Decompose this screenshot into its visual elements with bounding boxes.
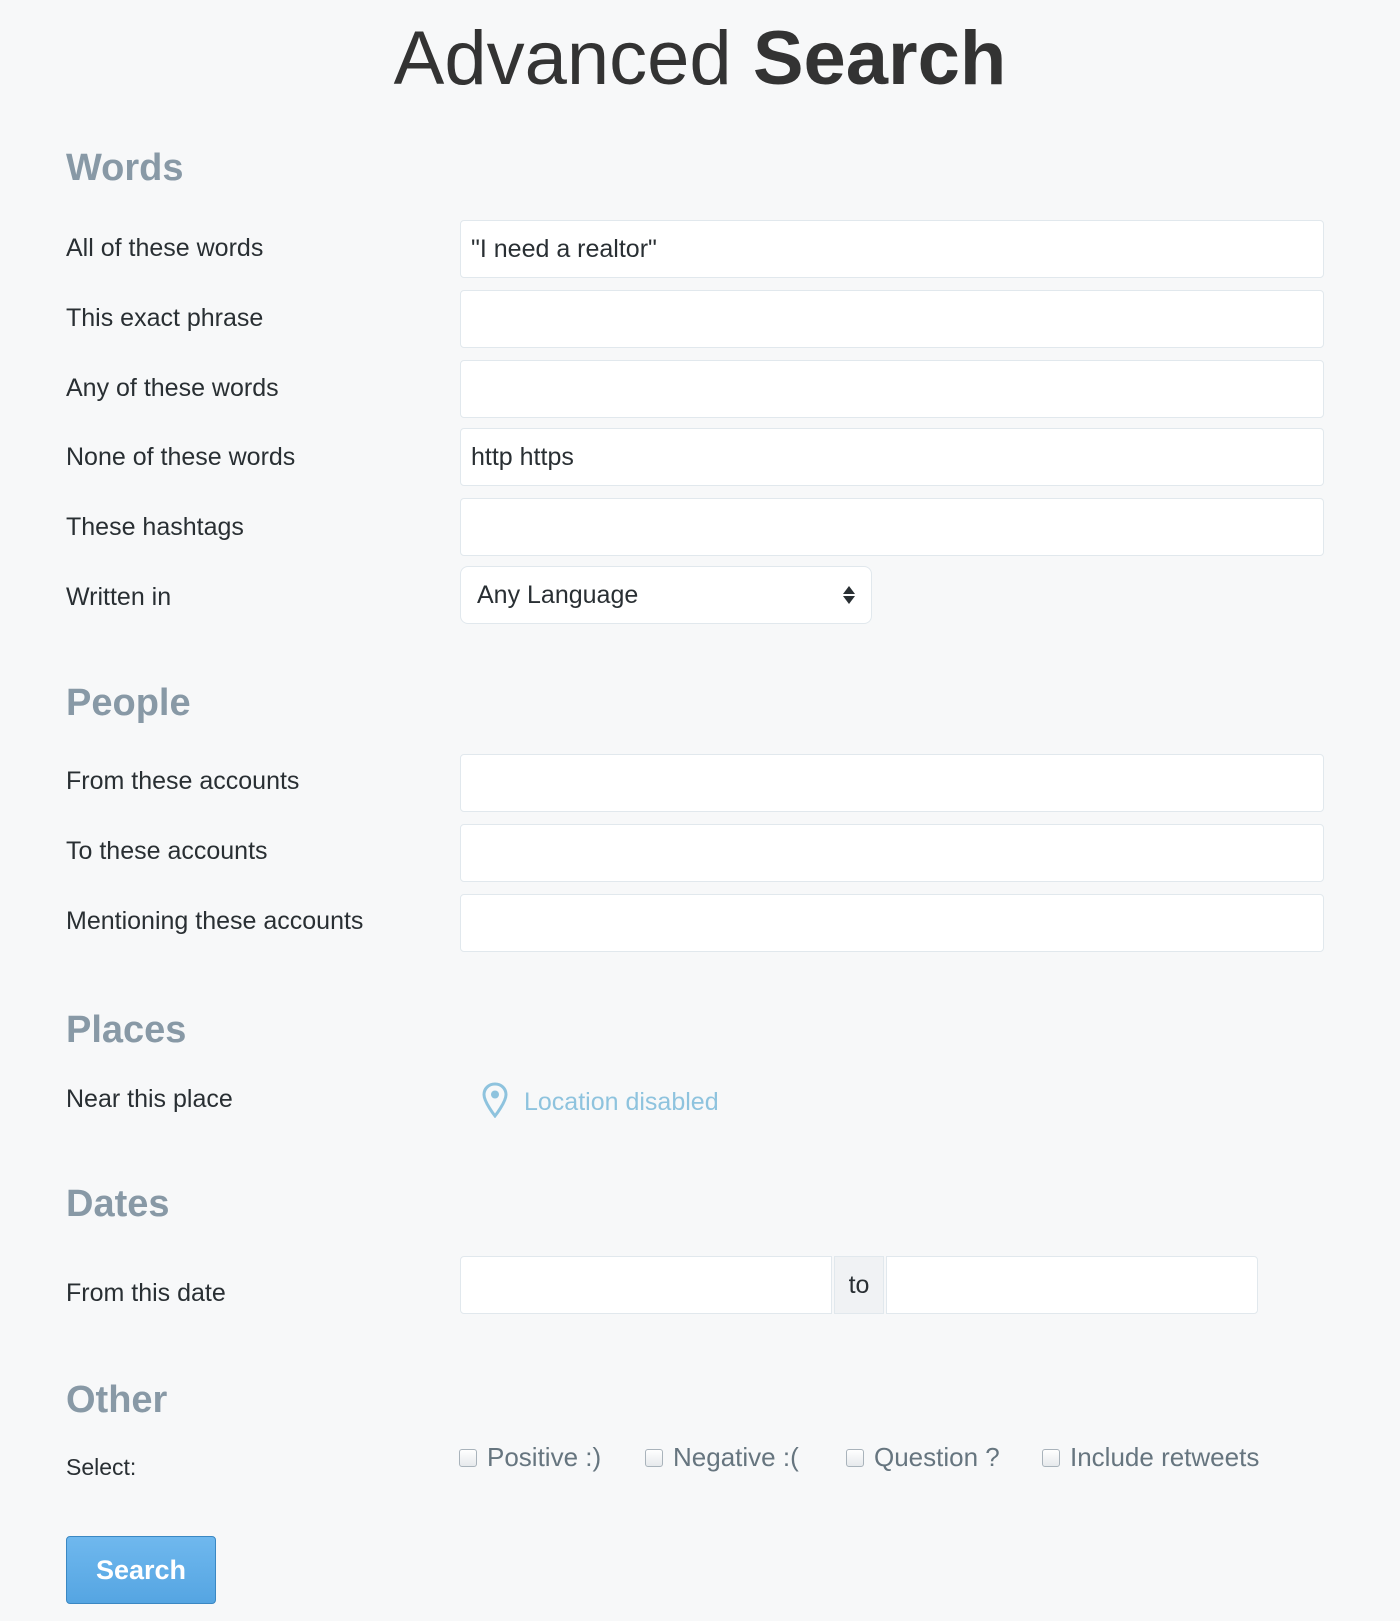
page-title-bold: Search xyxy=(752,16,1007,101)
near-place-label: Near this place xyxy=(66,1085,233,1113)
search-button[interactable]: Search xyxy=(66,1536,216,1604)
to-accounts-input[interactable] xyxy=(460,824,1324,882)
retweets-checkbox-box[interactable] xyxy=(1042,1448,1060,1467)
question-checkbox-label: Question ? xyxy=(874,1442,1000,1472)
all-words-label: All of these words xyxy=(66,234,264,262)
page-title: Advanced Search xyxy=(0,14,1400,104)
section-heading-other: Other xyxy=(66,1379,168,1421)
language-select-value: Any Language xyxy=(477,580,639,609)
all-words-input[interactable] xyxy=(460,220,1324,278)
positive-checkbox[interactable]: Positive :) xyxy=(459,1442,601,1473)
location-status[interactable]: Location disabled xyxy=(482,1082,719,1123)
question-checkbox-box[interactable] xyxy=(846,1448,864,1467)
any-words-input[interactable] xyxy=(460,360,1324,418)
date-to-separator: to xyxy=(834,1256,884,1314)
exact-phrase-label: This exact phrase xyxy=(66,304,264,332)
from-date-input[interactable] xyxy=(460,1256,832,1314)
select-arrows-icon xyxy=(843,586,855,604)
retweets-checkbox[interactable]: Include retweets xyxy=(1042,1442,1259,1473)
mentioning-accounts-input[interactable] xyxy=(460,894,1324,952)
from-accounts-input[interactable] xyxy=(460,754,1324,812)
negative-checkbox-box[interactable] xyxy=(645,1448,663,1467)
map-pin-icon xyxy=(482,1082,508,1123)
written-in-label: Written in xyxy=(66,583,172,611)
from-date-label: From this date xyxy=(66,1279,226,1307)
select-label: Select: xyxy=(66,1454,137,1480)
page-title-light: Advanced xyxy=(393,16,732,101)
section-heading-places: Places xyxy=(66,1009,187,1051)
language-select[interactable]: Any Language xyxy=(460,566,872,624)
hashtags-input[interactable] xyxy=(460,498,1324,556)
to-accounts-label: To these accounts xyxy=(66,837,268,865)
location-disabled-text: Location disabled xyxy=(524,1088,719,1116)
positive-checkbox-label: Positive :) xyxy=(487,1442,602,1472)
from-accounts-label: From these accounts xyxy=(66,767,300,795)
mentioning-accounts-label: Mentioning these accounts xyxy=(66,907,364,935)
none-words-label: None of these words xyxy=(66,443,296,471)
section-heading-words: Words xyxy=(66,147,184,189)
hashtags-label: These hashtags xyxy=(66,513,244,541)
section-heading-people: People xyxy=(66,682,191,724)
any-words-label: Any of these words xyxy=(66,374,279,402)
exact-phrase-input[interactable] xyxy=(460,290,1324,348)
section-heading-dates: Dates xyxy=(66,1183,170,1225)
to-date-input[interactable] xyxy=(886,1256,1258,1314)
retweets-checkbox-label: Include retweets xyxy=(1070,1442,1260,1472)
question-checkbox[interactable]: Question ? xyxy=(846,1442,1000,1473)
negative-checkbox-label: Negative :( xyxy=(673,1442,799,1472)
positive-checkbox-box[interactable] xyxy=(459,1448,477,1467)
negative-checkbox[interactable]: Negative :( xyxy=(645,1442,799,1473)
none-words-input[interactable] xyxy=(460,428,1324,486)
